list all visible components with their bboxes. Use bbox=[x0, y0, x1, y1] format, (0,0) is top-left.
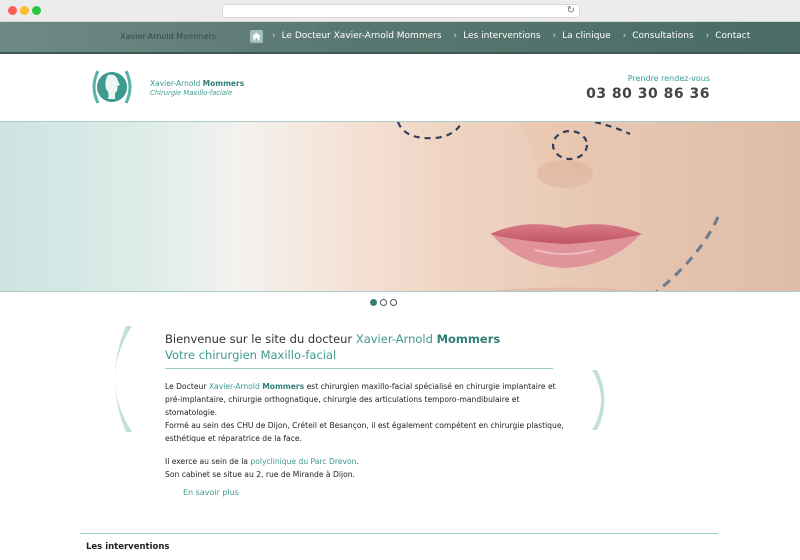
main-navigation: Xavier-Arnold Mommers › Le Docteur Xavie… bbox=[0, 22, 800, 54]
nav-site-name: Xavier-Arnold Mommers bbox=[120, 32, 216, 41]
clinic-link[interactable]: polyclinique du Parc Drevon bbox=[250, 457, 356, 466]
nav-item-label: Le Docteur Xavier-Arnold Mommers bbox=[281, 31, 442, 41]
nav-item-label: Consultations bbox=[632, 31, 694, 41]
nav-item-docteur[interactable]: › Le Docteur Xavier-Arnold Mommers bbox=[272, 31, 442, 41]
close-window-button[interactable] bbox=[8, 6, 17, 15]
welcome-subtitle: Votre chirurgien Maxillo-facial bbox=[165, 348, 337, 362]
browser-toolbar: ↻ bbox=[0, 0, 800, 22]
decorative-parenthesis-left bbox=[98, 324, 138, 434]
chevron-right-icon: › bbox=[705, 31, 710, 41]
divider bbox=[165, 368, 553, 369]
nav-item-clinique[interactable]: › La clinique bbox=[553, 31, 611, 41]
nav-item-label: Les interventions bbox=[463, 31, 541, 41]
minimize-window-button[interactable] bbox=[20, 6, 29, 15]
chevron-right-icon: › bbox=[552, 31, 557, 41]
nav-item-interventions[interactable]: › Les interventions bbox=[454, 31, 541, 41]
address-bar[interactable]: ↻ bbox=[222, 4, 580, 18]
appointment-phone[interactable]: 03 80 30 86 36 bbox=[586, 86, 710, 102]
slider-dot[interactable] bbox=[390, 299, 397, 306]
welcome-title: Bienvenue sur le site du docteur Xavier-… bbox=[165, 332, 501, 346]
nav-item-consultations[interactable]: › Consultations bbox=[623, 31, 694, 41]
slider-dots bbox=[370, 299, 400, 306]
nav-item-label: Contact bbox=[715, 31, 751, 41]
logo-icon[interactable] bbox=[88, 63, 136, 111]
appointment-label: Prendre rendez-vous bbox=[627, 74, 710, 83]
chevron-right-icon: › bbox=[272, 31, 276, 41]
home-icon[interactable] bbox=[250, 30, 263, 43]
reload-icon[interactable]: ↻ bbox=[567, 4, 575, 18]
logo-subtitle: Chirurgie Maxillo-faciale bbox=[150, 89, 233, 97]
read-more-link[interactable]: En savoir plus bbox=[183, 488, 239, 497]
slider-dot[interactable] bbox=[370, 299, 377, 306]
logo-name: Xavier-Arnold Mommers bbox=[150, 79, 245, 88]
maximize-window-button[interactable] bbox=[32, 6, 41, 15]
intro-paragraph: Le Docteur Xavier-Arnold Mommers est chi… bbox=[165, 382, 564, 443]
nav-item-contact[interactable]: › Contact bbox=[706, 31, 751, 41]
decorative-parenthesis-right bbox=[590, 368, 608, 432]
divider bbox=[80, 533, 718, 534]
chevron-right-icon: › bbox=[622, 31, 627, 41]
nav-menu: › Le Docteur Xavier-Arnold Mommers › Les… bbox=[272, 31, 762, 41]
hero-banner bbox=[0, 121, 800, 292]
section-heading: Les interventions bbox=[86, 542, 170, 552]
nav-item-label: La clinique bbox=[562, 31, 611, 41]
chevron-right-icon: › bbox=[453, 31, 458, 41]
slider-dot[interactable] bbox=[380, 299, 387, 306]
location-paragraph: Il exerce au sein de la polyclinique du … bbox=[165, 457, 359, 479]
doctor-name-link[interactable]: Xavier-Arnold Mommers bbox=[209, 382, 304, 391]
